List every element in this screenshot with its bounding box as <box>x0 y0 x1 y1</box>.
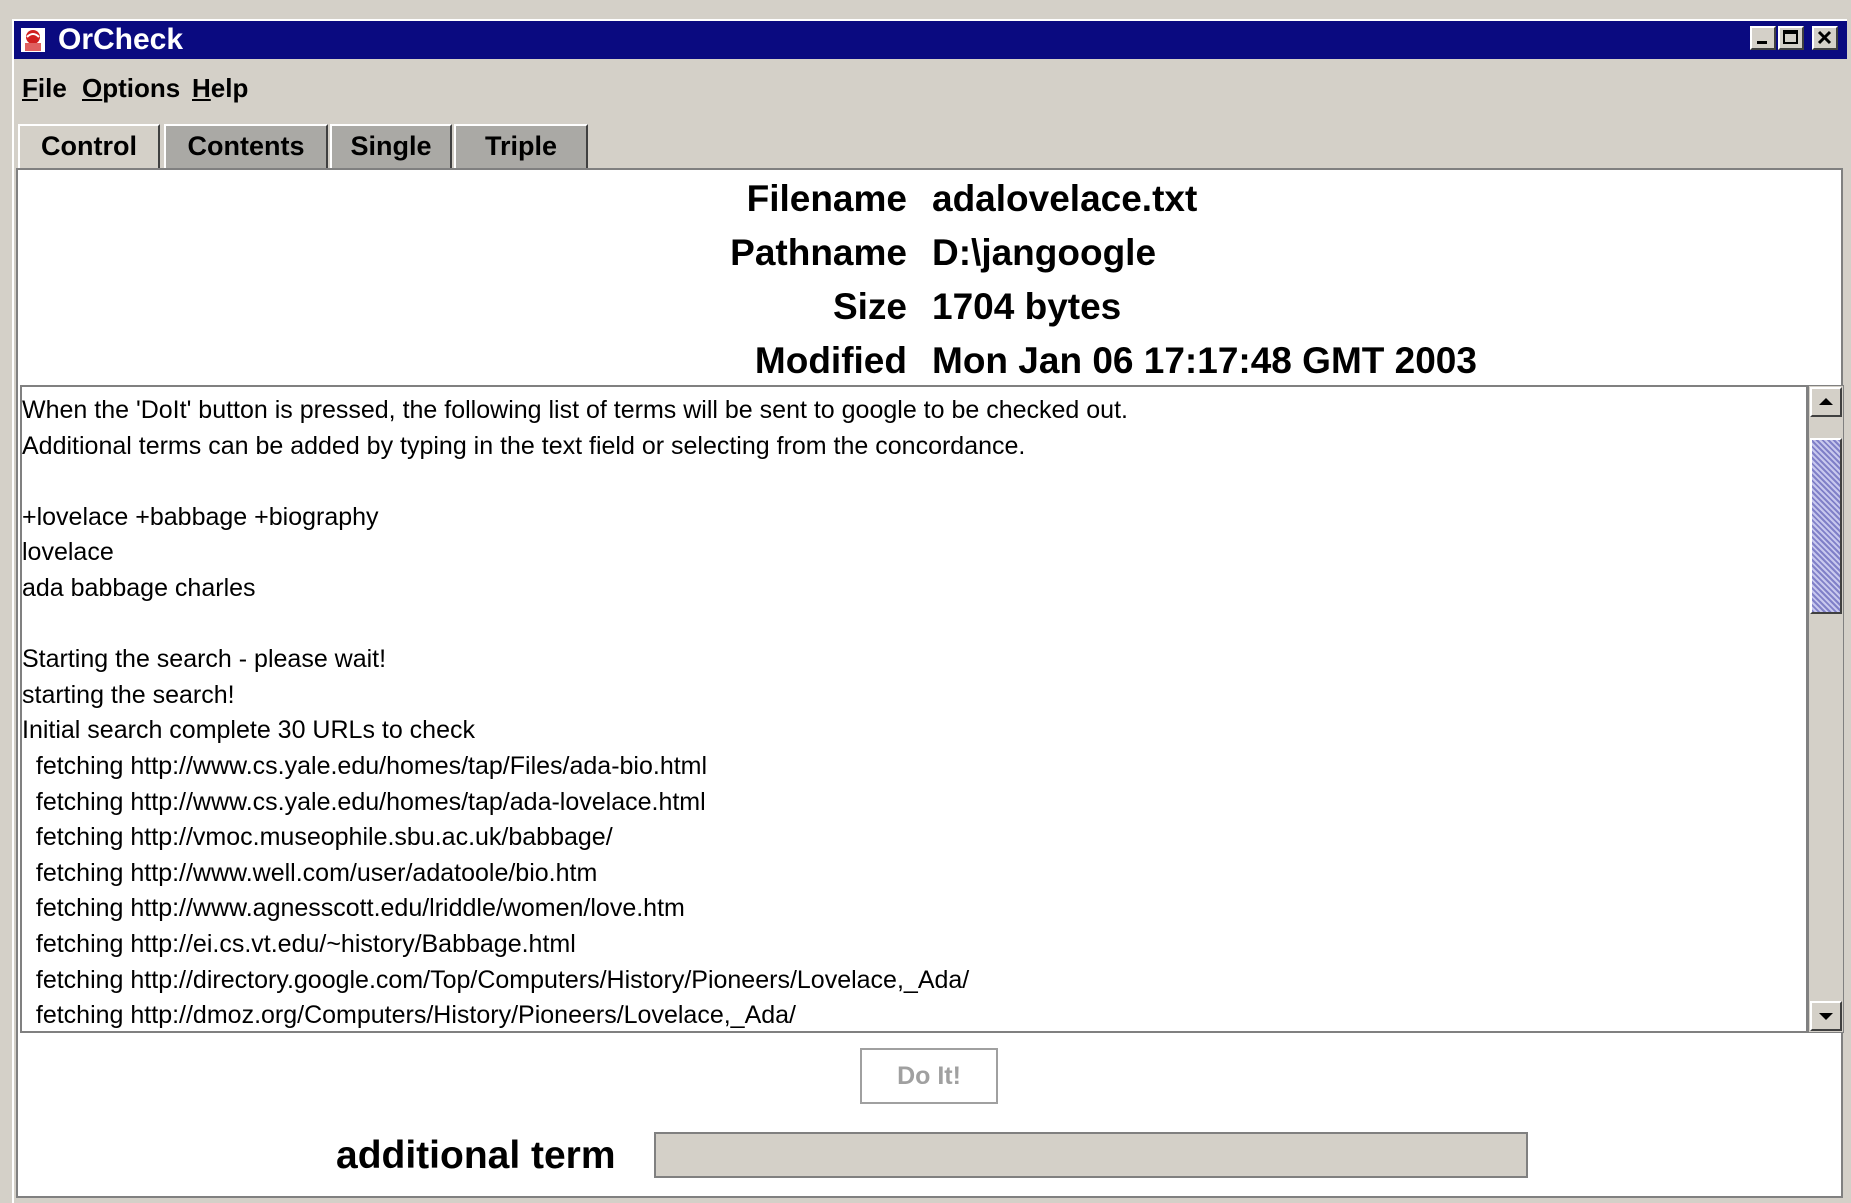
log-line: fetching http://www.well.com/user/adatoo… <box>22 858 598 887</box>
minimize-icon <box>1757 41 1767 44</box>
pathname-value: D:\jangoogle <box>932 232 1157 273</box>
arrow-down-icon <box>1819 1013 1833 1020</box>
size-label: Size <box>832 286 907 327</box>
modified-label-cell: Modified <box>607 340 907 382</box>
log-line: When the 'DoIt' button is pressed, the f… <box>22 396 1128 424</box>
filename-label-cell: Filename <box>607 178 907 220</box>
log-line: Additional terms can be added by typing … <box>22 431 1026 460</box>
maximize-button[interactable] <box>1778 26 1804 50</box>
log-line: fetching http://ei.cs.vt.edu/~history/Ba… <box>22 929 576 958</box>
log-line: fetching http://directory.google.com/Top… <box>22 965 970 994</box>
menu-bar: File Options Help <box>14 59 1847 115</box>
log-line: fetching http://www.cs.yale.edu/homes/ta… <box>22 751 708 780</box>
close-icon <box>1817 30 1832 45</box>
arrow-up-icon <box>1819 398 1833 405</box>
log-textarea[interactable]: When the 'DoIt' button is pressed, the f… <box>20 385 1808 1033</box>
menu-file[interactable]: File <box>22 73 67 103</box>
log-line: starting the search! <box>22 680 235 709</box>
size-label-cell: Size <box>607 286 907 328</box>
scroll-thumb[interactable] <box>1810 438 1842 615</box>
do-it-button[interactable]: Do It! <box>860 1048 998 1104</box>
tab-triple[interactable]: Triple <box>454 124 588 168</box>
filename-value: adalovelace.txt <box>932 178 1198 219</box>
log-line: Initial search complete 30 URLs to check <box>22 716 475 745</box>
scroll-up-button[interactable] <box>1810 387 1842 417</box>
menu-options[interactable]: Options <box>82 73 180 103</box>
menu-help-label: elp <box>210 73 249 103</box>
minimize-button[interactable] <box>1750 26 1776 50</box>
log-scrollbar[interactable] <box>1808 385 1844 1033</box>
size-value: 1704 bytes <box>932 286 1122 327</box>
additional-term-label: additional term <box>336 1134 616 1177</box>
log-line: fetching http://dmoz.org/Computers/Histo… <box>22 1001 796 1030</box>
menu-options-mnemonic: O <box>82 73 103 103</box>
pathname-label: Pathname <box>730 232 907 273</box>
maximize-icon <box>1783 30 1798 44</box>
log-lines: When the 'DoIt' button is pressed, the f… <box>22 393 1128 1031</box>
menu-help[interactable]: Help <box>192 73 248 103</box>
menu-help-mnemonic: H <box>192 73 211 103</box>
window-title: OrCheck <box>58 23 184 56</box>
tab-control[interactable]: Control <box>18 124 160 172</box>
menu-options-label: ptions <box>102 73 181 103</box>
modified-value: Mon Jan 06 17:17:48 GMT 2003 <box>932 340 1477 381</box>
menu-file-label: ile <box>37 73 67 103</box>
log-line: Starting the search - please wait! <box>22 645 387 674</box>
pathname-label-cell: Pathname <box>607 232 907 274</box>
scroll-down-button[interactable] <box>1810 1001 1842 1031</box>
log-line: fetching http://www.cs.yale.edu/homes/ta… <box>22 787 706 816</box>
menu-file-mnemonic: F <box>22 73 38 103</box>
title-bar[interactable]: OrCheck <box>14 21 1847 59</box>
additional-term-input[interactable] <box>654 1132 1528 1178</box>
tab-single[interactable]: Single <box>330 124 452 168</box>
tab-contents[interactable]: Contents <box>164 124 328 168</box>
modified-label: Modified <box>754 340 907 381</box>
log-line: +lovelace +babbage +biography <box>22 502 379 531</box>
app-icon <box>21 28 45 52</box>
log-line: lovelace <box>22 538 114 567</box>
log-line: fetching http://www.agnesscott.edu/lridd… <box>22 894 685 923</box>
close-button[interactable] <box>1812 26 1838 50</box>
log-line: ada babbage charles <box>22 573 256 602</box>
log-line: fetching http://vmoc.museophile.sbu.ac.u… <box>22 823 613 852</box>
filename-label: Filename <box>746 178 907 219</box>
